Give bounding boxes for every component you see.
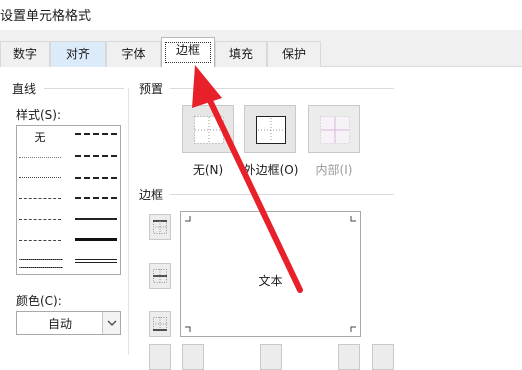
line-group-label: 直线 <box>12 82 37 96</box>
line-style-medium-dashed[interactable] <box>75 197 117 199</box>
tab-fill[interactable]: 填充 <box>215 41 267 67</box>
line-style-medium-dash-dot-dot[interactable] <box>75 133 117 135</box>
line-style-dashed[interactable] <box>19 240 61 242</box>
corner-mark-icon <box>185 326 191 332</box>
preview-text: 文本 <box>258 274 283 288</box>
preset-inside-label: 内部(I) <box>315 163 353 177</box>
border-inside-vertical-button[interactable] <box>260 344 282 370</box>
border-top-button[interactable] <box>149 214 171 240</box>
border-bottom-icon <box>153 317 167 331</box>
line-style-slant-dash-dot[interactable] <box>75 155 117 157</box>
border-right-button[interactable] <box>338 344 360 370</box>
tab-protection[interactable]: 保护 <box>267 41 321 67</box>
border-left-button[interactable] <box>182 344 204 370</box>
border-diagonal-down-button[interactable] <box>372 344 394 370</box>
presets-group-label: 预置 <box>139 82 164 96</box>
line-color-label: 颜色(C): <box>16 294 62 308</box>
line-style-none[interactable]: 无 <box>19 129 61 145</box>
tab-border-label: 边框 <box>175 43 200 57</box>
preset-inside-button[interactable] <box>308 105 360 153</box>
chevron-down-icon[interactable] <box>102 312 120 334</box>
preset-outline-label: 外边框(O) <box>243 163 299 177</box>
line-style-double[interactable] <box>75 259 117 263</box>
line-style-medium[interactable] <box>75 218 117 220</box>
group-divider <box>128 88 129 355</box>
line-color-value: 自动 <box>47 317 72 331</box>
border-inside-horizontal-button[interactable] <box>149 263 171 289</box>
line-style-dotted[interactable] <box>19 177 61 179</box>
line-style-label: 样式(S): <box>16 108 62 122</box>
line-style-thin-selected[interactable] <box>19 259 63 268</box>
preset-outline-icon <box>256 116 286 144</box>
line-color-select[interactable]: 自动 <box>16 311 121 335</box>
preset-outline-button[interactable] <box>244 105 296 153</box>
preset-none-label: 无(N) <box>192 163 224 177</box>
preset-none-icon <box>194 116 224 144</box>
presets-group-separator <box>170 88 394 89</box>
corner-mark-icon <box>350 216 356 222</box>
dialog-title-bar: 设置单元格格式 <box>0 0 522 30</box>
corner-mark-icon <box>185 216 191 222</box>
preset-inside-icon <box>320 116 350 144</box>
border-group-label: 边框 <box>139 188 164 202</box>
tab-number[interactable]: 数字 <box>0 41 50 67</box>
tab-strip: 数字 对齐 字体 边框 填充 保护 <box>0 30 522 68</box>
tab-border[interactable]: 边框 <box>161 37 215 68</box>
border-group-separator <box>170 194 394 195</box>
border-bottom-button[interactable] <box>149 311 171 337</box>
line-style-hair[interactable] <box>19 157 61 159</box>
border-inside-horizontal-icon <box>153 269 167 283</box>
line-style-dash-dot[interactable] <box>19 219 61 221</box>
line-style-dash-dot-dot[interactable] <box>19 198 61 200</box>
line-style-list[interactable]: 无 <box>16 125 121 275</box>
border-preview[interactable]: 文本 <box>180 211 361 337</box>
corner-mark-icon <box>350 326 356 332</box>
line-style-medium-dash-dot[interactable] <box>75 177 117 179</box>
line-group-separator <box>44 88 124 89</box>
border-diagonal-up-button[interactable] <box>149 344 171 370</box>
line-style-thick[interactable] <box>75 238 117 241</box>
border-top-icon <box>153 220 167 234</box>
tab-alignment[interactable]: 对齐 <box>50 41 106 67</box>
dialog-title: 设置单元格格式 <box>0 9 92 24</box>
preset-none-button[interactable] <box>182 105 234 153</box>
tab-font[interactable]: 字体 <box>106 41 161 67</box>
